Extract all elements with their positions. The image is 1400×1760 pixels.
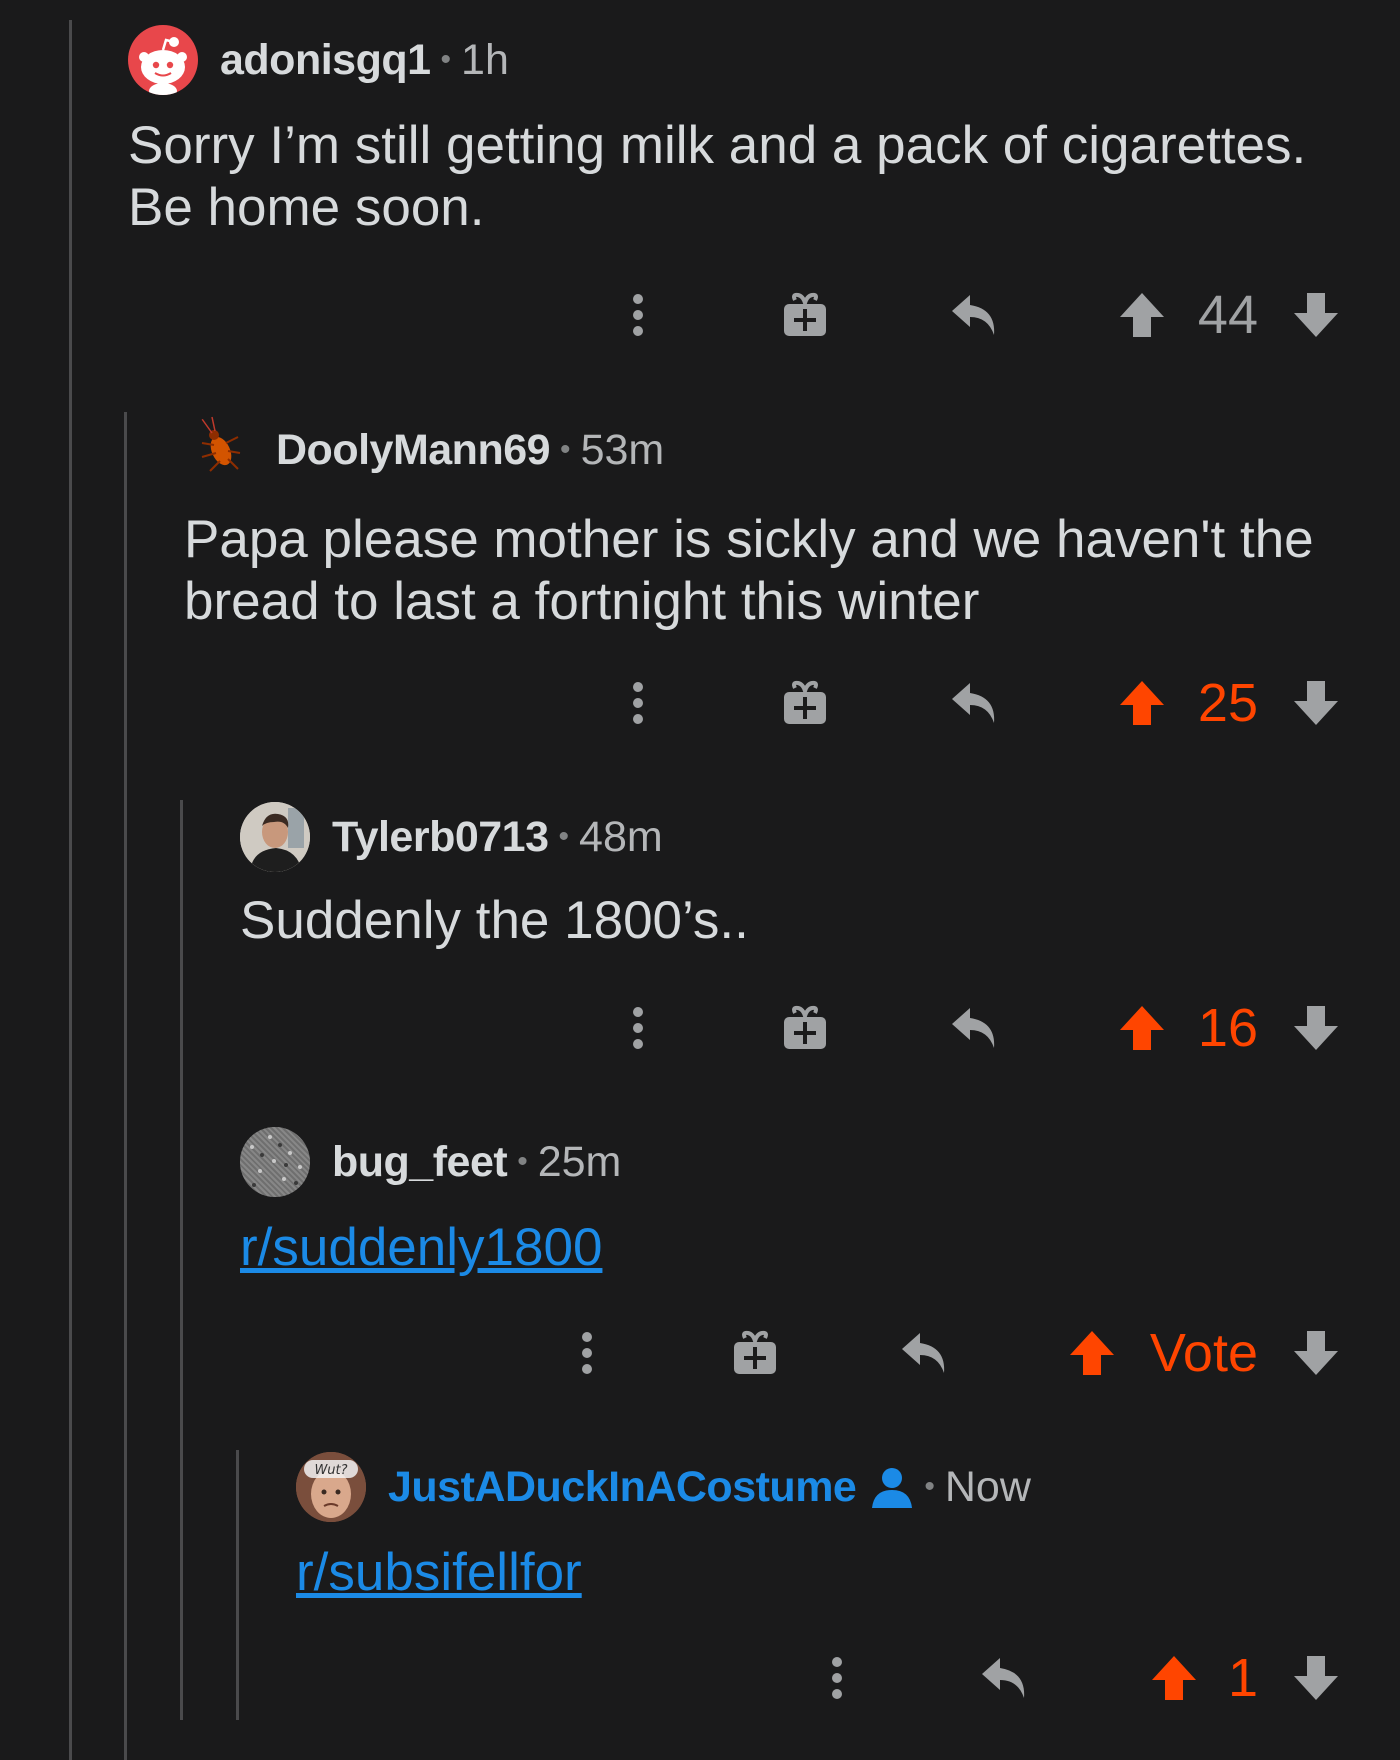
comment-body: Suddenly the 1800’s.. <box>240 891 749 950</box>
subreddit-link[interactable]: r/subsifellfor <box>296 1543 582 1602</box>
reply-icon[interactable] <box>898 1323 952 1383</box>
subreddit-link[interactable]: r/suddenly1800 <box>240 1218 602 1277</box>
gift-icon[interactable] <box>780 673 830 733</box>
cockroach-avatar-icon[interactable] <box>184 415 254 485</box>
timestamp: 1h <box>461 35 509 84</box>
comment-doolymann69: DoolyMann69 • 53m Papa please mother is … <box>184 415 1354 633</box>
downvote-arrow-icon[interactable] <box>1290 1648 1342 1708</box>
separator-dot: • <box>517 1145 528 1178</box>
username[interactable]: bug_feet <box>332 1138 508 1187</box>
comment-meta: Wut? JustADuckInACostume • Now <box>296 1452 1356 1522</box>
separator-dot: • <box>924 1470 935 1503</box>
more-vertical-icon[interactable] <box>618 285 658 345</box>
more-vertical-icon[interactable] <box>567 1323 607 1383</box>
comment-bug-feet: bug_feet • 25m r/suddenly1800 <box>240 1127 1350 1279</box>
gift-icon[interactable] <box>780 998 830 1058</box>
action-bar: Vote <box>0 1323 1400 1383</box>
action-bar: 44 <box>0 285 1400 345</box>
vote-score: 44 <box>1197 285 1258 345</box>
timestamp: 53m <box>580 425 665 474</box>
more-vertical-icon[interactable] <box>618 998 658 1058</box>
downvote-arrow-icon[interactable] <box>1290 673 1342 733</box>
username[interactable]: JustADuckInACostume <box>388 1463 857 1512</box>
comment-meta: DoolyMann69 • 53m <box>184 415 1354 485</box>
comment-adonisgq1: adonisgq1 • 1h Sorry I’m still getting m… <box>128 25 1348 239</box>
username[interactable]: DoolyMann69 <box>276 426 551 475</box>
timestamp: Now <box>944 1462 1031 1511</box>
comment-tylerb0713: Tylerb0713 • 48m Suddenly the 1800’s.. <box>240 802 1350 952</box>
user-badge-icon <box>870 1466 914 1508</box>
gift-icon[interactable] <box>730 1323 780 1383</box>
upvote-arrow-icon[interactable] <box>1066 1323 1118 1383</box>
upvote-arrow-icon[interactable] <box>1116 673 1168 733</box>
vote-score: Vote <box>1149 1323 1258 1383</box>
comment-body: Sorry I’m still getting milk and a pack … <box>128 116 1307 237</box>
thread-line-1[interactable] <box>69 20 72 1760</box>
downvote-arrow-icon[interactable] <box>1290 285 1342 345</box>
svg-text:Wut?: Wut? <box>314 1463 347 1478</box>
thread-line-3[interactable] <box>180 800 183 1720</box>
upvote-arrow-icon[interactable] <box>1116 998 1168 1058</box>
vote-score: 1 <box>1227 1648 1258 1708</box>
comment-meta: adonisgq1 • 1h <box>128 25 1348 95</box>
reply-icon[interactable] <box>978 1648 1032 1708</box>
snoo-avatar-icon[interactable] <box>128 25 198 95</box>
upvote-arrow-icon[interactable] <box>1116 285 1168 345</box>
more-vertical-icon[interactable] <box>817 1648 857 1708</box>
separator-dot: • <box>560 433 571 466</box>
gift-icon[interactable] <box>780 285 830 345</box>
username[interactable]: Tylerb0713 <box>332 813 549 862</box>
comment-body: Papa please mother is sickly and we have… <box>184 510 1314 631</box>
action-bar: 1 <box>0 1648 1400 1708</box>
separator-dot: • <box>440 43 452 76</box>
separator-dot: • <box>558 820 570 853</box>
timestamp: 48m <box>579 812 663 861</box>
comment-justaduckinacostume: Wut? JustADuckInACostume • Now r/subsife… <box>296 1452 1356 1604</box>
thread-line-2[interactable] <box>124 412 127 1760</box>
vote-score: 16 <box>1197 998 1258 1058</box>
photo-avatar-icon[interactable] <box>240 802 310 872</box>
timestamp: 25m <box>537 1137 622 1186</box>
reply-icon[interactable] <box>948 673 1002 733</box>
noise-avatar-icon[interactable] <box>240 1127 310 1197</box>
downvote-arrow-icon[interactable] <box>1290 998 1342 1058</box>
vote-score: 25 <box>1197 673 1258 733</box>
reply-icon[interactable] <box>948 285 1002 345</box>
upvote-arrow-icon[interactable] <box>1148 1648 1200 1708</box>
comment-body: r/suddenly1800 <box>240 1217 1350 1279</box>
comment-body: r/subsifellfor <box>296 1542 1356 1604</box>
username[interactable]: adonisgq1 <box>220 36 431 85</box>
downvote-arrow-icon[interactable] <box>1290 1323 1342 1383</box>
comment-meta: bug_feet • 25m <box>240 1127 1350 1197</box>
more-vertical-icon[interactable] <box>618 673 658 733</box>
wut-avatar-icon[interactable]: Wut? <box>296 1452 366 1522</box>
action-bar: 16 <box>0 998 1400 1058</box>
action-bar: 25 <box>0 673 1400 733</box>
reply-icon[interactable] <box>948 998 1002 1058</box>
comment-meta: Tylerb0713 • 48m <box>240 802 1350 872</box>
